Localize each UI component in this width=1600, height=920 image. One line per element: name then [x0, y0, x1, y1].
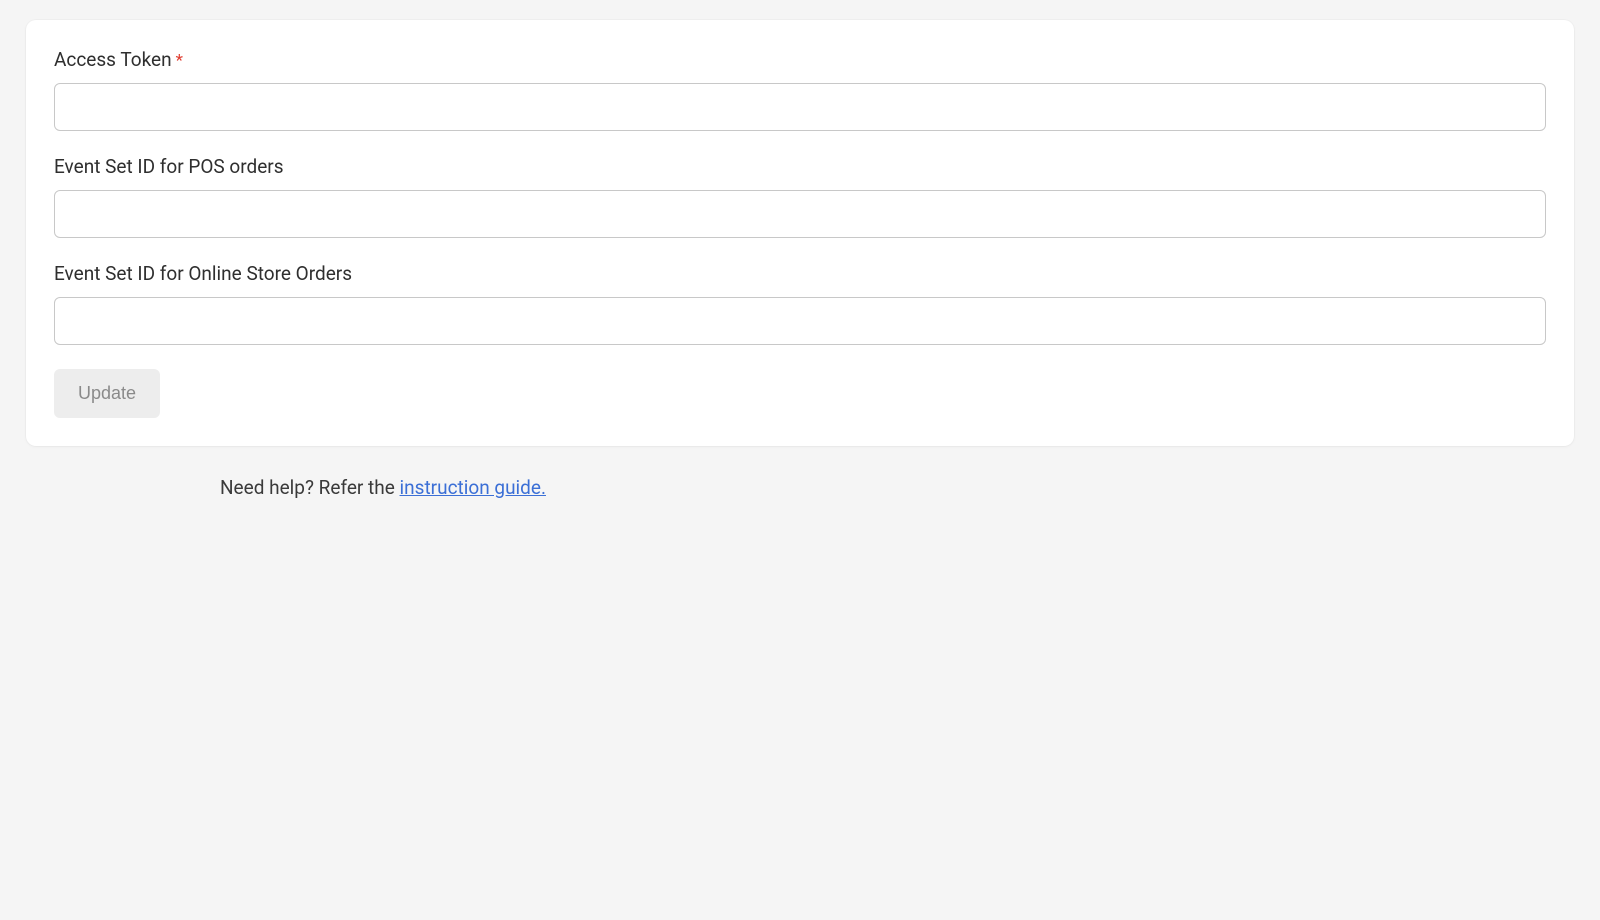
help-text-row: Need help? Refer the instruction guide.	[220, 476, 1600, 499]
access-token-label: Access Token	[54, 48, 172, 71]
online-event-set-id-label-row: Event Set ID for Online Store Orders	[54, 262, 1546, 285]
required-asterisk-icon: *	[176, 53, 183, 70]
settings-card: Access Token * Event Set ID for POS orde…	[26, 20, 1574, 446]
online-event-set-id-input[interactable]	[54, 297, 1546, 345]
pos-event-set-id-group: Event Set ID for POS orders	[54, 155, 1546, 238]
access-token-input[interactable]	[54, 83, 1546, 131]
online-event-set-id-label: Event Set ID for Online Store Orders	[54, 262, 352, 285]
pos-event-set-id-input[interactable]	[54, 190, 1546, 238]
access-token-label-row: Access Token *	[54, 48, 1546, 71]
update-button[interactable]: Update	[54, 369, 160, 418]
access-token-group: Access Token *	[54, 48, 1546, 131]
pos-event-set-id-label: Event Set ID for POS orders	[54, 155, 284, 178]
pos-event-set-id-label-row: Event Set ID for POS orders	[54, 155, 1546, 178]
online-event-set-id-group: Event Set ID for Online Store Orders	[54, 262, 1546, 345]
instruction-guide-link[interactable]: instruction guide.	[400, 476, 546, 499]
help-prefix: Need help? Refer the	[220, 476, 400, 499]
